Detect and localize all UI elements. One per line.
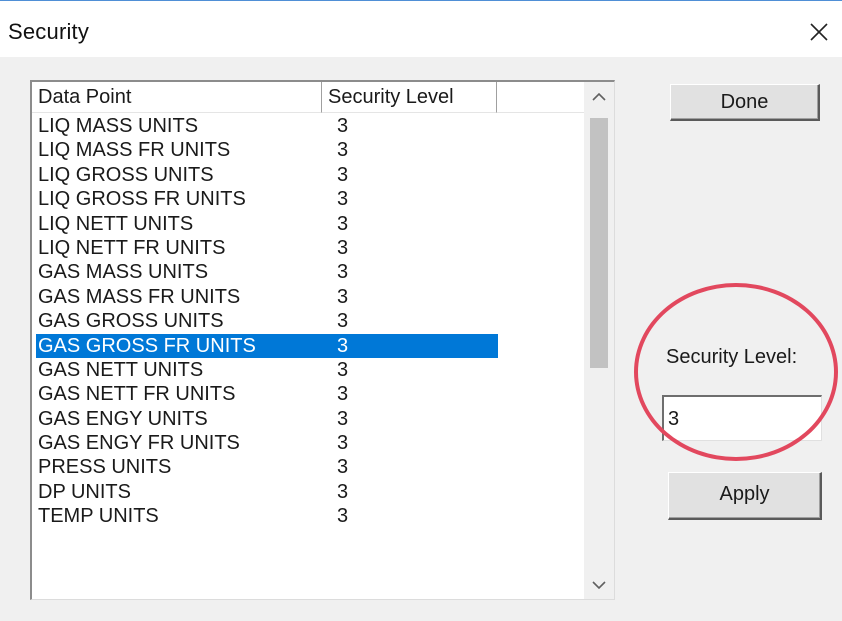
list-item[interactable]: GAS MASS FR UNITS 3 — [32, 285, 587, 309]
list-item[interactable]: LIQ GROSS FR UNITS 3 — [32, 187, 587, 211]
security-level-cell: 3 — [337, 236, 349, 259]
window-title: Security — [8, 19, 90, 44]
security-level-cell: 3 — [337, 285, 349, 308]
security-level-cell: 3 — [337, 115, 349, 137]
data-point-cell: LIQ GROSS FR UNITS — [38, 188, 246, 211]
security-level-cell: 3 — [337, 310, 349, 333]
data-point-cell: LIQ NETT FR UNITS — [38, 236, 226, 259]
security-level-cell: 3 — [337, 212, 349, 235]
vertical-scrollbar[interactable] — [584, 82, 614, 599]
data-point-cell: LIQ GROSS UNITS — [38, 163, 214, 186]
security-level-label: Security Level: — [666, 346, 798, 368]
list-item[interactable]: GAS ENGY UNITS 3 — [32, 407, 587, 431]
security-dialog: Security Data Point Security Level LIQ M… — [0, 0, 842, 621]
lower-panel — [615, 521, 842, 621]
done-button[interactable]: Done — [670, 84, 820, 121]
column-header-filler — [497, 82, 587, 113]
list-item[interactable]: LIQ MASS UNITS 3 — [32, 114, 587, 138]
list-item[interactable]: LIQ NETT UNITS 3 — [32, 212, 587, 236]
close-button[interactable] — [800, 11, 840, 51]
close-icon — [810, 23, 828, 41]
dialog-body: Data Point Security Level LIQ MASS UNITS… — [0, 57, 842, 621]
list-item[interactable]: GAS GROSS UNITS 3 — [32, 309, 587, 333]
security-level-cell: 3 — [337, 432, 349, 455]
list-item[interactable]: GAS GROSS FR UNITS 3 — [32, 333, 587, 358]
list-item[interactable]: PRESS UNITS 3 — [32, 455, 587, 479]
data-point-cell: LIQ MASS FR UNITS — [38, 139, 231, 162]
list-item[interactable]: GAS NETT UNITS 3 — [32, 358, 587, 382]
security-level-cell: 3 — [337, 261, 349, 284]
list-item[interactable]: TEMP UNITS 3 — [32, 504, 587, 528]
scroll-down-button[interactable] — [584, 570, 614, 599]
data-point-cell: GAS ENGY FR UNITS — [38, 432, 240, 455]
list-header: Data Point Security Level — [32, 82, 587, 113]
column-header-data-point[interactable]: Data Point — [32, 82, 322, 113]
data-point-cell: PRESS UNITS — [38, 456, 172, 479]
data-point-cell: GAS MASS UNITS — [38, 261, 209, 284]
data-point-cell: GAS NETT UNITS — [38, 358, 204, 381]
scroll-up-button[interactable] — [584, 82, 614, 112]
security-level-cell: 3 — [337, 358, 349, 381]
apply-button[interactable]: Apply — [668, 472, 822, 520]
data-point-cell: LIQ MASS UNITS — [38, 115, 199, 137]
data-point-cell: GAS ENGY UNITS — [38, 407, 208, 430]
data-point-list[interactable]: Data Point Security Level LIQ MASS UNITS… — [30, 80, 615, 600]
security-level-input[interactable] — [662, 395, 822, 441]
list-item[interactable]: LIQ MASS FR UNITS 3 — [32, 138, 587, 162]
data-point-cell: GAS GROSS FR UNITS — [38, 334, 256, 357]
list-item[interactable]: GAS ENGY FR UNITS 3 — [32, 431, 587, 455]
data-point-cell: LIQ NETT UNITS — [38, 212, 194, 235]
chevron-up-icon — [592, 93, 606, 101]
security-level-cell: 3 — [337, 407, 349, 430]
chevron-down-icon — [592, 581, 606, 589]
security-level-cell: 3 — [337, 456, 349, 479]
security-level-cell: 3 — [337, 163, 349, 186]
security-level-cell: 3 — [337, 480, 349, 503]
list-item[interactable]: LIQ GROSS UNITS 3 — [32, 163, 587, 187]
security-level-cell: 3 — [337, 188, 349, 211]
security-level-cell: 3 — [337, 334, 349, 357]
scroll-thumb[interactable] — [590, 118, 608, 368]
data-point-cell: GAS NETT FR UNITS — [38, 383, 236, 406]
data-point-cell: GAS MASS FR UNITS — [38, 285, 241, 308]
column-header-security-level[interactable]: Security Level — [322, 82, 497, 113]
security-level-cell: 3 — [337, 383, 349, 406]
security-level-cell: 3 — [337, 505, 349, 528]
data-point-cell: GAS GROSS UNITS — [38, 310, 224, 333]
list-item[interactable]: GAS NETT FR UNITS 3 — [32, 382, 587, 406]
list-item[interactable]: GAS MASS UNITS 3 — [32, 260, 587, 284]
list-item[interactable]: LIQ NETT FR UNITS 3 — [32, 236, 587, 260]
data-point-cell: TEMP UNITS — [38, 505, 159, 528]
title-bar: Security — [0, 1, 842, 57]
security-level-cell: 3 — [337, 139, 349, 162]
data-point-cell: DP UNITS — [38, 480, 131, 503]
list-rows: LIQ MASS UNITS 3 LIQ MASS FR UNITS 3 LIQ GRO… — [32, 114, 587, 529]
list-item[interactable]: DP UNITS 3 — [32, 480, 587, 504]
